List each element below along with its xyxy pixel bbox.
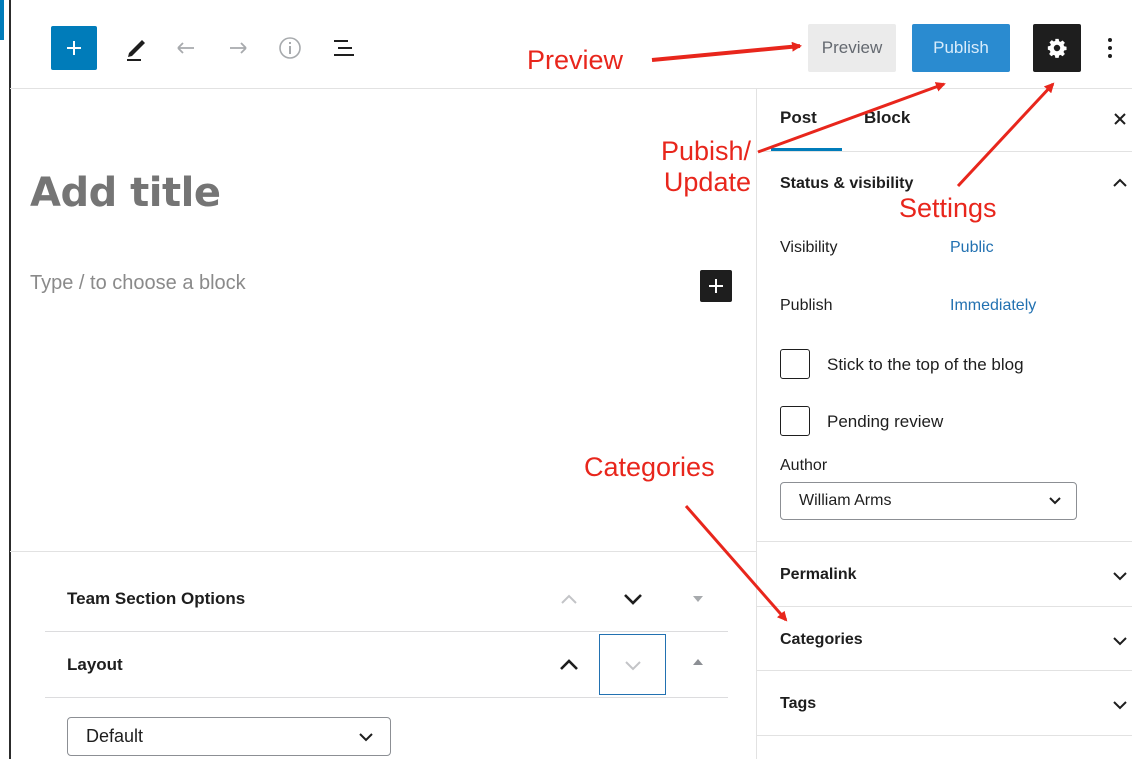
redo-button[interactable]	[220, 24, 256, 72]
more-vertical-icon	[1108, 38, 1112, 58]
chevron-up-icon	[1113, 178, 1127, 187]
author-select-value: William Arms	[799, 492, 892, 509]
meta-row-divider	[45, 631, 728, 632]
publish-label: Publish	[780, 297, 833, 314]
annotation-categories: Categories	[584, 452, 715, 482]
settings-button[interactable]	[1033, 24, 1081, 72]
chevron-down-icon	[625, 661, 641, 671]
panel-divider	[757, 541, 1132, 542]
sidebar-divider	[756, 88, 757, 759]
meta-boxes-divider	[10, 551, 756, 552]
info-icon	[279, 37, 301, 59]
panel-divider	[757, 735, 1132, 736]
close-icon	[1114, 113, 1126, 125]
chevron-down-icon	[1049, 497, 1061, 505]
visibility-label: Visibility	[780, 239, 838, 256]
annotation-publish-update: Pubish/ Update	[641, 136, 751, 198]
tools-button[interactable]	[116, 24, 156, 72]
preview-button[interactable]: Preview	[808, 24, 896, 72]
annotation-arrows	[651, 41, 1055, 622]
status-visibility-toggle[interactable]	[1108, 171, 1132, 195]
block-appender[interactable]: Type / to choose a block	[30, 272, 246, 295]
post-title-input[interactable]: Add title	[30, 170, 221, 216]
move-up-button[interactable]	[554, 650, 584, 680]
annotation-publish-line1: Pubish/	[660, 136, 751, 166]
caret-up-icon	[693, 659, 703, 665]
chevron-down-icon	[359, 732, 373, 741]
permalink-panel-title[interactable]: Permalink	[780, 566, 856, 584]
redo-icon	[230, 42, 247, 54]
publish-button[interactable]: Publish	[912, 24, 1010, 72]
publish-date-value[interactable]: Immediately	[950, 297, 1036, 315]
visibility-value[interactable]: Public	[950, 239, 994, 257]
move-down-button[interactable]	[618, 650, 648, 680]
undo-icon	[177, 42, 194, 54]
permalink-toggle[interactable]	[1108, 564, 1132, 588]
caret-down-icon	[693, 596, 703, 602]
left-edge-marker	[0, 0, 4, 40]
gear-icon	[1047, 38, 1067, 58]
sticky-checkbox[interactable]	[780, 349, 810, 379]
tabs-divider	[757, 151, 1132, 152]
status-visibility-title[interactable]: Status & visibility	[780, 175, 913, 193]
meta-row-divider	[45, 697, 728, 698]
undo-button[interactable]	[168, 24, 204, 72]
close-sidebar-button[interactable]	[1108, 104, 1132, 134]
categories-toggle[interactable]	[1108, 629, 1132, 653]
chevron-up-icon	[560, 659, 578, 670]
chevron-down-icon	[1113, 637, 1127, 646]
team-section-options-title[interactable]: Team Section Options	[67, 589, 245, 609]
toggle-panel-button[interactable]	[683, 647, 713, 677]
layout-select-value: Default	[86, 726, 144, 746]
categories-panel-title[interactable]: Categories	[780, 631, 863, 649]
move-up-button[interactable]	[554, 584, 584, 614]
chevron-down-icon	[1113, 701, 1127, 710]
pencil-icon	[127, 40, 145, 61]
chevron-down-icon	[1113, 572, 1127, 581]
tags-toggle[interactable]	[1108, 693, 1132, 717]
author-select[interactable]: William Arms	[780, 482, 1077, 520]
inline-add-block-button[interactable]	[700, 270, 732, 302]
sticky-checkbox-label[interactable]: Stick to the top of the blog	[827, 355, 1024, 375]
arrow-to-preview	[651, 41, 802, 62]
chevron-up-icon	[561, 594, 577, 604]
panel-divider	[757, 670, 1132, 671]
chevron-down-icon	[624, 594, 642, 605]
layout-select[interactable]: Default	[67, 717, 391, 756]
author-label: Author	[780, 457, 828, 474]
add-block-button[interactable]	[51, 26, 97, 70]
panel-divider	[757, 606, 1132, 607]
pending-review-label[interactable]: Pending review	[827, 412, 943, 432]
layout-title[interactable]: Layout	[67, 655, 123, 675]
annotation-settings: Settings	[899, 193, 997, 223]
move-down-button[interactable]	[618, 584, 648, 614]
tab-post[interactable]: Post	[780, 108, 817, 128]
plus-icon	[67, 41, 81, 55]
annotation-preview: Preview	[527, 45, 624, 75]
details-button[interactable]	[272, 24, 308, 72]
tab-block[interactable]: Block	[864, 108, 910, 128]
pending-review-checkbox[interactable]	[780, 406, 810, 436]
arrow-to-settings	[956, 82, 1055, 188]
left-edge-line	[9, 0, 11, 759]
list-view-icon	[334, 40, 354, 56]
more-options-button[interactable]	[1100, 24, 1120, 72]
tags-panel-title[interactable]: Tags	[780, 695, 816, 713]
toolbar-divider	[10, 88, 1132, 89]
plus-icon	[709, 279, 723, 293]
toggle-panel-button[interactable]	[683, 584, 713, 614]
annotation-publish-line2: Update	[663, 167, 751, 198]
list-view-button[interactable]	[324, 24, 364, 72]
